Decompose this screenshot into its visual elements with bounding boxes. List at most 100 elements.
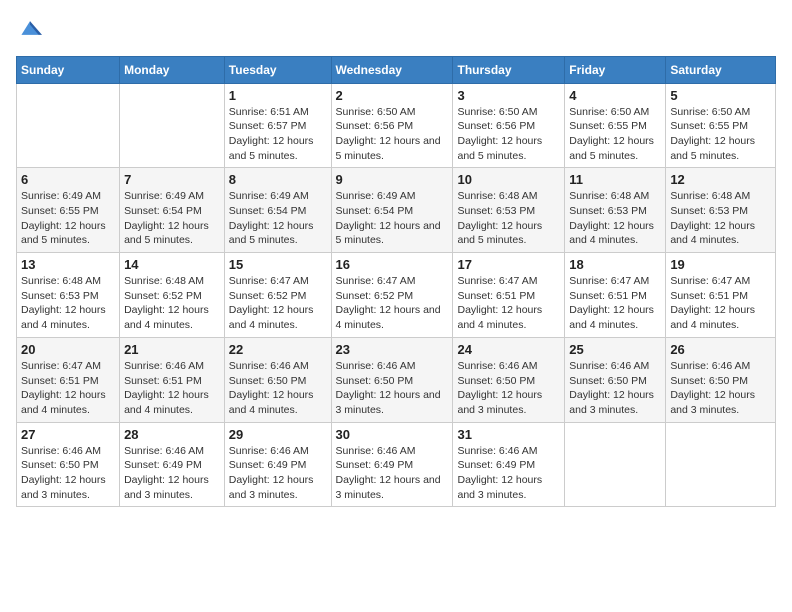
calendar-cell: 22 Sunrise: 6:46 AM Sunset: 6:50 PM Dayli… — [224, 337, 331, 422]
calendar-cell: 31 Sunrise: 6:46 AM Sunset: 6:49 PM Dayli… — [453, 422, 565, 507]
day-number: 8 — [229, 172, 327, 187]
calendar-cell: 20Sunrise: 6:47 AM Sunset: 6:51 PM Dayli… — [17, 337, 120, 422]
calendar-cell: 21 Sunrise: 6:46 AM Sunset: 6:51 PM Dayli… — [120, 337, 225, 422]
day-number: 30 — [336, 427, 449, 442]
calendar-cell: 9 Sunrise: 6:49 AM Sunset: 6:54 PM Daylig… — [331, 168, 453, 253]
day-number: 11 — [569, 172, 661, 187]
calendar-cell: 1 Sunrise: 6:51 AM Sunset: 6:57 PM Daylig… — [224, 83, 331, 168]
day-number: 17 — [457, 257, 560, 272]
day-number: 26 — [670, 342, 771, 357]
day-info: Sunrise: 6:50 AM Sunset: 6:56 PM Dayligh… — [336, 105, 449, 164]
day-header-thursday: Thursday — [453, 56, 565, 83]
calendar-week-1: 1 Sunrise: 6:51 AM Sunset: 6:57 PM Daylig… — [17, 83, 776, 168]
calendar-week-5: 27 Sunrise: 6:46 AM Sunset: 6:50 PM Dayli… — [17, 422, 776, 507]
calendar-cell: 12 Sunrise: 6:48 AM Sunset: 6:53 PM Dayli… — [666, 168, 776, 253]
day-info: Sunrise: 6:46 AM Sunset: 6:50 PM Dayligh… — [670, 359, 771, 418]
day-number: 25 — [569, 342, 661, 357]
day-number: 19 — [670, 257, 771, 272]
day-number: 15 — [229, 257, 327, 272]
logo — [16, 16, 42, 46]
calendar-cell: 7 Sunrise: 6:49 AM Sunset: 6:54 PM Daylig… — [120, 168, 225, 253]
calendar-week-2: 6Sunrise: 6:49 AM Sunset: 6:55 PM Daylig… — [17, 168, 776, 253]
day-info: Sunrise: 6:49 AM Sunset: 6:54 PM Dayligh… — [124, 189, 220, 248]
day-info: Sunrise: 6:48 AM Sunset: 6:53 PM Dayligh… — [569, 189, 661, 248]
day-number: 16 — [336, 257, 449, 272]
day-number: 23 — [336, 342, 449, 357]
calendar-cell: 25Sunrise: 6:46 AM Sunset: 6:50 PM Dayli… — [565, 337, 666, 422]
day-number: 24 — [457, 342, 560, 357]
day-info: Sunrise: 6:47 AM Sunset: 6:52 PM Dayligh… — [229, 274, 327, 333]
day-info: Sunrise: 6:49 AM Sunset: 6:54 PM Dayligh… — [336, 189, 449, 248]
day-info: Sunrise: 6:46 AM Sunset: 6:49 PM Dayligh… — [229, 444, 327, 503]
calendar-cell: 5 Sunrise: 6:50 AM Sunset: 6:55 PM Daylig… — [666, 83, 776, 168]
day-number: 2 — [336, 88, 449, 103]
day-info: Sunrise: 6:51 AM Sunset: 6:57 PM Dayligh… — [229, 105, 327, 164]
day-info: Sunrise: 6:47 AM Sunset: 6:51 PM Dayligh… — [21, 359, 115, 418]
logo-icon — [18, 16, 42, 40]
calendar-cell — [120, 83, 225, 168]
calendar-cell: 11 Sunrise: 6:48 AM Sunset: 6:53 PM Dayli… — [565, 168, 666, 253]
day-info: Sunrise: 6:49 AM Sunset: 6:54 PM Dayligh… — [229, 189, 327, 248]
day-info: Sunrise: 6:47 AM Sunset: 6:51 PM Dayligh… — [569, 274, 661, 333]
calendar-cell: 13Sunrise: 6:48 AM Sunset: 6:53 PM Dayli… — [17, 253, 120, 338]
day-number: 27 — [21, 427, 115, 442]
calendar-cell: 6Sunrise: 6:49 AM Sunset: 6:55 PM Daylig… — [17, 168, 120, 253]
day-info: Sunrise: 6:46 AM Sunset: 6:49 PM Dayligh… — [124, 444, 220, 503]
day-info: Sunrise: 6:46 AM Sunset: 6:49 PM Dayligh… — [457, 444, 560, 503]
calendar-table: SundayMondayTuesdayWednesdayThursdayFrid… — [16, 56, 776, 508]
calendar-cell: 28 Sunrise: 6:46 AM Sunset: 6:49 PM Dayli… — [120, 422, 225, 507]
day-info: Sunrise: 6:50 AM Sunset: 6:56 PM Dayligh… — [457, 105, 560, 164]
day-number: 1 — [229, 88, 327, 103]
day-info: Sunrise: 6:47 AM Sunset: 6:52 PM Dayligh… — [336, 274, 449, 333]
calendar-cell: 19Sunrise: 6:47 AM Sunset: 6:51 PM Dayli… — [666, 253, 776, 338]
calendar-cell: 4 Sunrise: 6:50 AM Sunset: 6:55 PM Daylig… — [565, 83, 666, 168]
calendar-cell: 23 Sunrise: 6:46 AM Sunset: 6:50 PM Dayli… — [331, 337, 453, 422]
day-number: 21 — [124, 342, 220, 357]
calendar-cell: 26 Sunrise: 6:46 AM Sunset: 6:50 PM Dayli… — [666, 337, 776, 422]
day-number: 5 — [670, 88, 771, 103]
day-header-wednesday: Wednesday — [331, 56, 453, 83]
day-number: 14 — [124, 257, 220, 272]
day-header-friday: Friday — [565, 56, 666, 83]
day-number: 13 — [21, 257, 115, 272]
day-info: Sunrise: 6:50 AM Sunset: 6:55 PM Dayligh… — [670, 105, 771, 164]
calendar-cell: 14 Sunrise: 6:48 AM Sunset: 6:52 PM Dayli… — [120, 253, 225, 338]
calendar-week-4: 20Sunrise: 6:47 AM Sunset: 6:51 PM Dayli… — [17, 337, 776, 422]
calendar-cell — [17, 83, 120, 168]
day-number: 22 — [229, 342, 327, 357]
calendar-cell: 10Sunrise: 6:48 AM Sunset: 6:53 PM Dayli… — [453, 168, 565, 253]
day-number: 3 — [457, 88, 560, 103]
day-number: 28 — [124, 427, 220, 442]
day-info: Sunrise: 6:46 AM Sunset: 6:49 PM Dayligh… — [336, 444, 449, 503]
day-number: 6 — [21, 172, 115, 187]
logo-text — [16, 16, 42, 46]
day-info: Sunrise: 6:46 AM Sunset: 6:50 PM Dayligh… — [336, 359, 449, 418]
day-header-sunday: Sunday — [17, 56, 120, 83]
calendar-cell: 27 Sunrise: 6:46 AM Sunset: 6:50 PM Dayli… — [17, 422, 120, 507]
day-info: Sunrise: 6:46 AM Sunset: 6:51 PM Dayligh… — [124, 359, 220, 418]
calendar-cell: 29Sunrise: 6:46 AM Sunset: 6:49 PM Dayli… — [224, 422, 331, 507]
calendar-cell: 17 Sunrise: 6:47 AM Sunset: 6:51 PM Dayli… — [453, 253, 565, 338]
page-header — [16, 16, 776, 46]
calendar-cell — [565, 422, 666, 507]
calendar-cell: 8 Sunrise: 6:49 AM Sunset: 6:54 PM Daylig… — [224, 168, 331, 253]
day-number: 12 — [670, 172, 771, 187]
day-info: Sunrise: 6:47 AM Sunset: 6:51 PM Dayligh… — [457, 274, 560, 333]
day-info: Sunrise: 6:48 AM Sunset: 6:52 PM Dayligh… — [124, 274, 220, 333]
calendar-cell: 3 Sunrise: 6:50 AM Sunset: 6:56 PM Daylig… — [453, 83, 565, 168]
calendar-cell: 18Sunrise: 6:47 AM Sunset: 6:51 PM Dayli… — [565, 253, 666, 338]
day-info: Sunrise: 6:46 AM Sunset: 6:50 PM Dayligh… — [229, 359, 327, 418]
day-info: Sunrise: 6:50 AM Sunset: 6:55 PM Dayligh… — [569, 105, 661, 164]
calendar-cell: 2 Sunrise: 6:50 AM Sunset: 6:56 PM Daylig… — [331, 83, 453, 168]
day-number: 9 — [336, 172, 449, 187]
calendar-cell: 15 Sunrise: 6:47 AM Sunset: 6:52 PM Dayli… — [224, 253, 331, 338]
day-number: 4 — [569, 88, 661, 103]
day-header-monday: Monday — [120, 56, 225, 83]
calendar-week-3: 13Sunrise: 6:48 AM Sunset: 6:53 PM Dayli… — [17, 253, 776, 338]
day-info: Sunrise: 6:48 AM Sunset: 6:53 PM Dayligh… — [670, 189, 771, 248]
day-info: Sunrise: 6:46 AM Sunset: 6:50 PM Dayligh… — [21, 444, 115, 503]
calendar-cell — [666, 422, 776, 507]
day-number: 31 — [457, 427, 560, 442]
day-number: 7 — [124, 172, 220, 187]
day-header-tuesday: Tuesday — [224, 56, 331, 83]
